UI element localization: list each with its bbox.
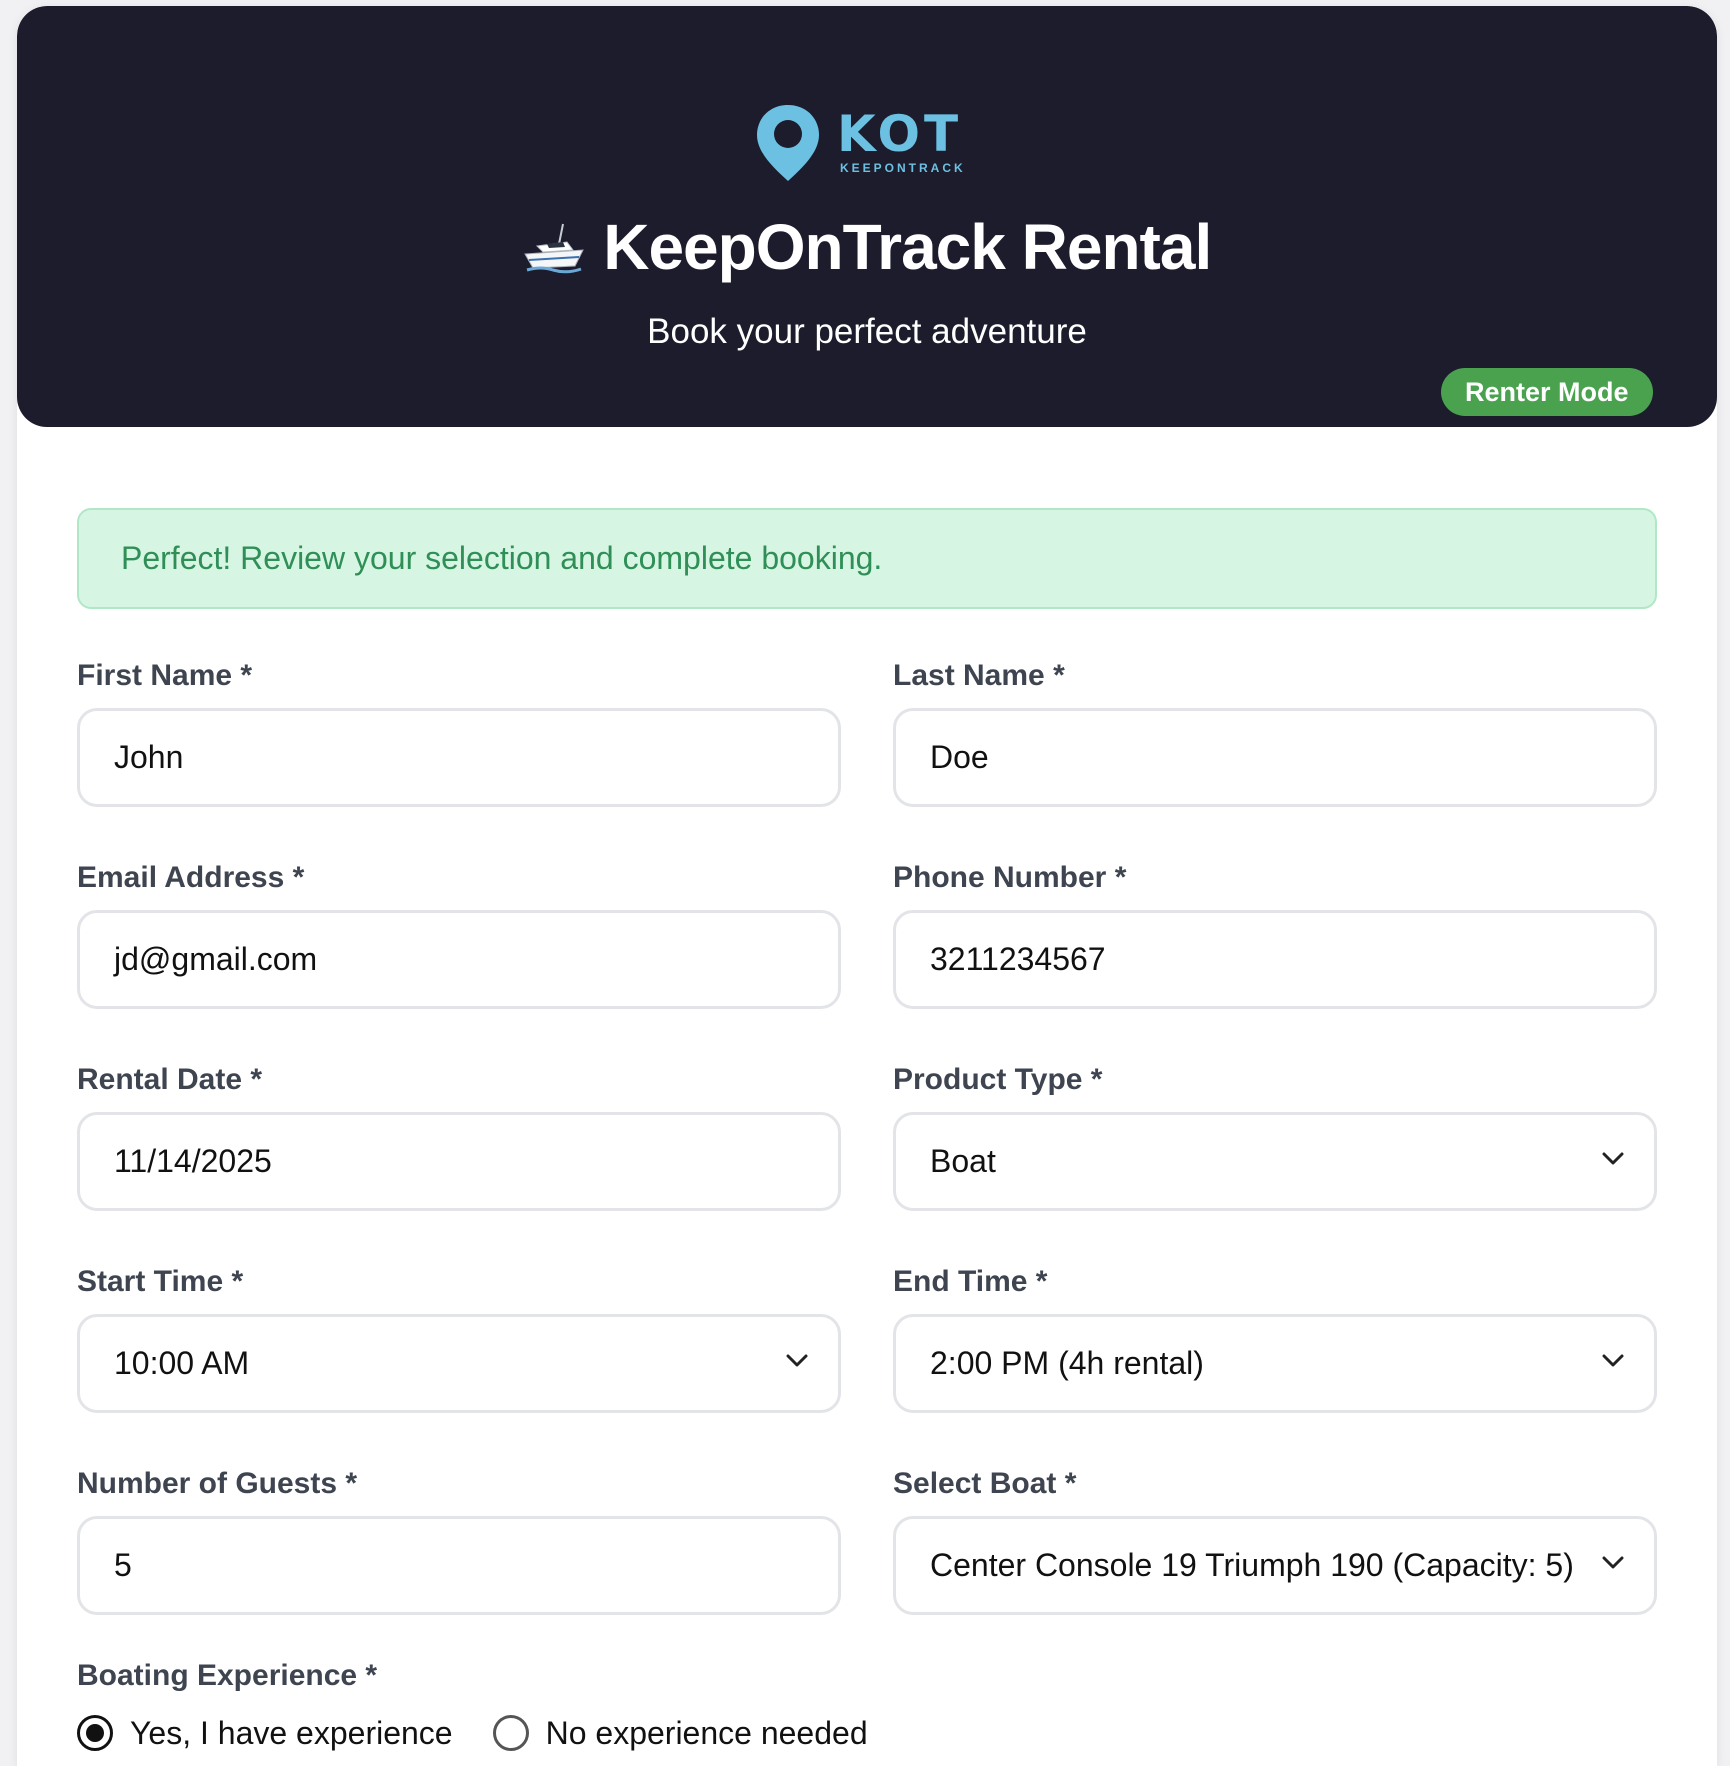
- boat-field: Select Boat * Center Console 19 Triumph …: [893, 1466, 1657, 1615]
- header: KOT KEEPONTRACK KeepOnTrack Rental Book …: [17, 6, 1717, 427]
- end-time-value: 2:00 PM (4h rental): [930, 1345, 1204, 1381]
- chevron-down-icon: [1602, 1354, 1624, 1367]
- end-time-select[interactable]: 2:00 PM (4h rental): [893, 1314, 1657, 1413]
- booking-form: Perfect! Review your selection and compl…: [77, 508, 1657, 1751]
- rental-date-label: Rental Date *: [77, 1063, 263, 1096]
- rental-date-field: Rental Date * 11/14/2025: [77, 1062, 841, 1211]
- boat-label: Select Boat *: [893, 1467, 1077, 1500]
- first-name-label: First Name *: [77, 659, 253, 692]
- start-time-label: Start Time *: [77, 1265, 244, 1298]
- email-field: Email Address * jd@gmail.com: [77, 860, 841, 1009]
- kot-logo: KOT KEEPONTRACK: [755, 103, 995, 193]
- phone-label: Phone Number *: [893, 861, 1127, 894]
- guests-input[interactable]: 5: [77, 1516, 841, 1615]
- chevron-down-icon: [786, 1354, 808, 1367]
- logo-text: KOT: [837, 105, 963, 163]
- rental-date-input[interactable]: 11/14/2025: [77, 1112, 841, 1211]
- experience-label: Boating Experience *: [77, 1659, 378, 1692]
- map-pin-icon: [757, 105, 819, 181]
- logo-subtext: KEEPONTRACK: [840, 161, 966, 175]
- last-name-input[interactable]: Doe: [893, 708, 1657, 807]
- experience-radio-group: Yes, I have experience No experience nee…: [77, 1711, 908, 1755]
- success-alert: Perfect! Review your selection and compl…: [77, 508, 1657, 609]
- end-time-label: End Time *: [893, 1265, 1048, 1298]
- boat-select[interactable]: Center Console 19 Triumph 190 (Capacity:…: [893, 1516, 1657, 1615]
- email-label: Email Address *: [77, 861, 305, 894]
- product-type-label: Product Type *: [893, 1063, 1103, 1096]
- page-title: KeepOnTrack Rental: [603, 211, 1212, 283]
- product-type-value: Boat: [930, 1143, 996, 1179]
- phone-field: Phone Number * 3211234567: [893, 860, 1657, 1009]
- last-name-field: Last Name * Doe: [893, 658, 1657, 807]
- product-type-field: Product Type * Boat: [893, 1062, 1657, 1211]
- renter-mode-badge[interactable]: Renter Mode: [1441, 368, 1653, 416]
- title-row: KeepOnTrack Rental: [17, 210, 1717, 290]
- phone-input[interactable]: 3211234567: [893, 910, 1657, 1009]
- start-time-field: Start Time * 10:00 AM: [77, 1264, 841, 1413]
- start-time-select[interactable]: 10:00 AM: [77, 1314, 841, 1413]
- start-time-value: 10:00 AM: [114, 1345, 250, 1381]
- first-name-input[interactable]: John: [77, 708, 841, 807]
- page-subtitle: Book your perfect adventure: [647, 312, 1087, 351]
- chevron-down-icon: [1602, 1152, 1624, 1165]
- last-name-label: Last Name *: [893, 659, 1065, 692]
- booking-card: KOT KEEPONTRACK KeepOnTrack Rental Book …: [17, 6, 1717, 1766]
- boat-value: Center Console 19 Triumph 190 (Capacity:…: [930, 1547, 1574, 1583]
- email-input[interactable]: jd@gmail.com: [77, 910, 841, 1009]
- boat-icon: [523, 223, 584, 274]
- chevron-down-icon: [1602, 1556, 1624, 1569]
- guests-label: Number of Guests *: [77, 1467, 358, 1500]
- product-type-select[interactable]: Boat: [893, 1112, 1657, 1211]
- end-time-field: End Time * 2:00 PM (4h rental): [893, 1264, 1657, 1413]
- first-name-field: First Name * John: [77, 658, 841, 807]
- guests-field: Number of Guests * 5: [77, 1466, 841, 1615]
